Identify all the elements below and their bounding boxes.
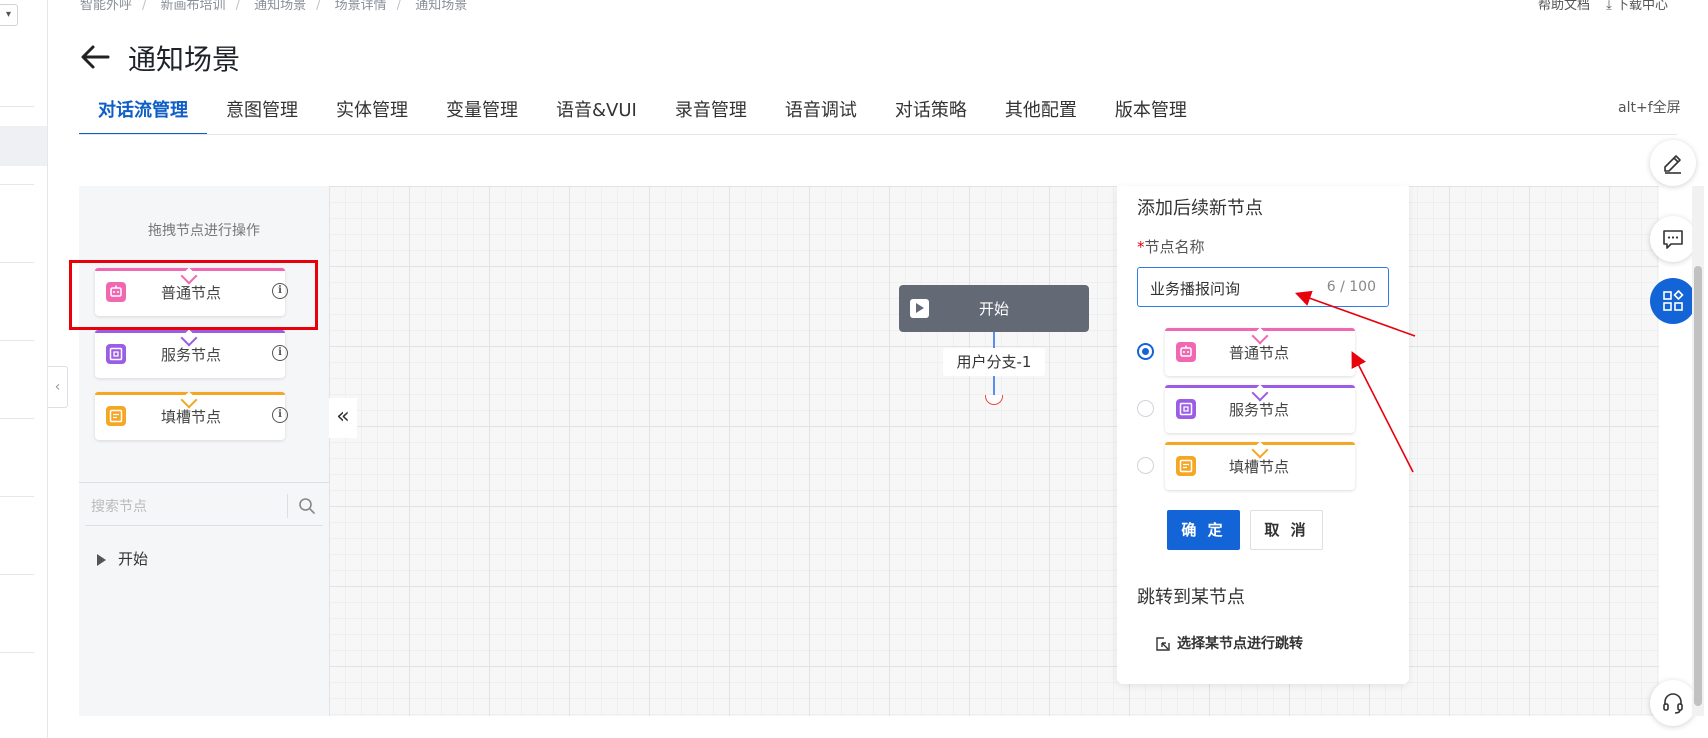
search-icon[interactable] — [297, 496, 317, 516]
nav-item-selected[interactable] — [0, 126, 47, 166]
palette-node-service[interactable]: 服务节点 — [95, 329, 285, 378]
flow-node-start[interactable]: 开始 — [899, 285, 1089, 332]
info-icon[interactable]: i — [272, 345, 288, 361]
breadcrumb-item[interactable]: 智能外呼 — [80, 0, 132, 13]
flow-canvas[interactable] — [329, 186, 1659, 716]
top-right-links: 帮助文档 ⤓ 下载中心 — [1538, 0, 1668, 13]
option-label: 普通节点 — [1229, 344, 1290, 362]
add-node-panel: 添加后续新节点 *节点名称 6 / 100 普通节点 服务节点 填槽节点 确 定… — [1117, 186, 1409, 684]
robot-icon — [1176, 342, 1196, 362]
required-mark: * — [1137, 238, 1145, 256]
help-link[interactable]: 帮助文档 — [1538, 0, 1590, 13]
palette-node-slot[interactable]: 填槽节点 — [95, 391, 285, 440]
tab-intent[interactable]: 意图管理 — [207, 86, 317, 135]
divider — [0, 106, 34, 107]
divider — [0, 496, 34, 497]
node-name-label-text: 节点名称 — [1144, 238, 1205, 256]
breadcrumb-item[interactable]: 新画布培训 — [161, 0, 226, 13]
cancel-button[interactable]: 取 消 — [1250, 510, 1323, 550]
tab-dialog-strategy[interactable]: 对话策略 — [876, 86, 986, 135]
divider — [0, 652, 34, 653]
jump-section-title: 跳转到某节点 — [1137, 587, 1245, 608]
option-normal-node[interactable]: 普通节点 — [1165, 327, 1355, 376]
option-label: 填槽节点 — [1229, 458, 1290, 476]
download-link[interactable]: 下载中心 — [1616, 0, 1668, 13]
back-arrow-icon[interactable] — [78, 40, 112, 74]
breadcrumb: 智能外呼 / 新画布培训 / 通知场景 / 场景详情 / 通知场景 — [80, 0, 468, 13]
chevron-down-icon[interactable]: ▾ — [0, 4, 18, 26]
option-label: 服务节点 — [1229, 401, 1290, 419]
edit-button[interactable] — [1650, 140, 1696, 186]
left-nav-strip: ▾ — [0, 0, 48, 738]
confirm-button[interactable]: 确 定 — [1167, 510, 1240, 550]
tab-voice-debug[interactable]: 语音调试 — [766, 86, 876, 135]
divider — [0, 340, 34, 341]
scrollbar-thumb[interactable] — [1694, 266, 1702, 706]
slot-icon — [1176, 456, 1196, 476]
info-icon[interactable]: i — [272, 407, 288, 423]
flow-connector — [993, 332, 995, 348]
flow-branch-label[interactable]: 用户分支-1 — [943, 348, 1045, 376]
breadcrumb-item-current: 通知场景 — [415, 0, 468, 13]
vertical-scrollbar[interactable] — [1692, 186, 1704, 716]
breadcrumb-item[interactable]: 通知场景 — [254, 0, 306, 13]
fullscreen-shortcut-hint: alt+f全屏 — [1618, 100, 1681, 116]
radio-service-node[interactable] — [1137, 400, 1154, 417]
tabs-divider — [79, 134, 1677, 135]
option-service-node[interactable]: 服务节点 — [1165, 384, 1355, 433]
download-icon: ⤓ — [1606, 0, 1612, 13]
tab-bar: 对话流管理 意图管理 实体管理 变量管理 语音&VUI 录音管理 语音调试 对话… — [79, 86, 1206, 135]
node-label: 填槽节点 — [161, 408, 222, 426]
breadcrumb-item[interactable]: 场景详情 — [335, 0, 387, 13]
support-button[interactable] — [1650, 680, 1696, 726]
char-counter: 6 / 100 — [1326, 279, 1376, 295]
service-icon — [1176, 399, 1196, 419]
tab-dialog-flow[interactable]: 对话流管理 — [79, 86, 207, 135]
page-title: 通知场景 — [128, 43, 241, 76]
headset-icon — [1663, 693, 1683, 714]
option-slot-node[interactable]: 填槽节点 — [1165, 441, 1355, 490]
flow-connector — [993, 376, 995, 395]
divider — [0, 418, 34, 419]
node-search-box — [85, 486, 323, 526]
radio-normal-node[interactable] — [1137, 343, 1154, 360]
node-label: 服务节点 — [161, 346, 222, 364]
tab-entity[interactable]: 实体管理 — [317, 86, 427, 135]
tab-voice-vui[interactable]: 语音&VUI — [537, 86, 656, 135]
node-name-label: *节点名称 — [1137, 236, 1205, 257]
expand-triangle-icon[interactable] — [97, 553, 106, 566]
tree-item-label: 开始 — [118, 550, 149, 568]
collapse-panel-icon[interactable]: « — [329, 398, 357, 438]
node-name-input[interactable] — [1150, 276, 1320, 300]
apps-button[interactable] — [1650, 278, 1696, 324]
tab-recording[interactable]: 录音管理 — [656, 86, 766, 135]
tab-other-config[interactable]: 其他配置 — [986, 86, 1096, 135]
pencil-icon — [1664, 155, 1681, 174]
apps-grid-icon — [1663, 289, 1684, 311]
flow-node-label: 开始 — [978, 300, 1009, 318]
divider — [0, 184, 34, 185]
service-icon — [106, 344, 126, 364]
tab-version[interactable]: 版本管理 — [1096, 86, 1206, 135]
node-name-field: 6 / 100 — [1137, 267, 1389, 307]
jump-to-node-link[interactable]: 选择某节点进行跳转 — [1155, 633, 1303, 653]
select-jump-icon — [1156, 637, 1170, 651]
chevron-left-icon[interactable]: ‹ — [48, 366, 68, 408]
node-search-input[interactable] — [91, 494, 271, 518]
divider — [287, 494, 288, 518]
palette-hint: 拖拽节点进行操作 — [148, 223, 260, 239]
divider — [0, 262, 34, 263]
divider — [79, 482, 329, 483]
tab-variable[interactable]: 变量管理 — [427, 86, 537, 135]
chat-button[interactable] — [1650, 216, 1696, 262]
radio-slot-node[interactable] — [1137, 457, 1154, 474]
tree-item-start[interactable]: 开始 — [97, 548, 148, 569]
chat-icon — [1663, 230, 1683, 249]
panel-title: 添加后续新节点 — [1137, 198, 1263, 219]
slot-icon — [106, 406, 126, 426]
annotation-highlight-box — [69, 260, 318, 330]
divider — [0, 574, 34, 575]
jump-link-label: 选择某节点进行跳转 — [1177, 636, 1303, 652]
